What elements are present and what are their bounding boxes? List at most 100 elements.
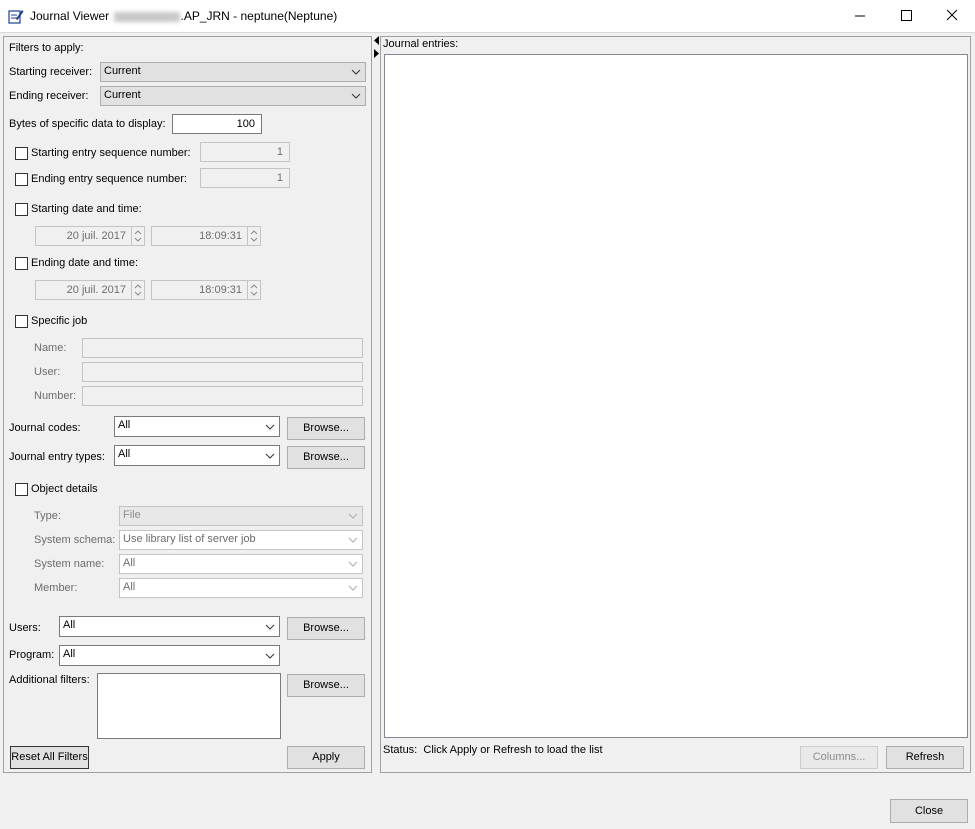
object-type-value: File <box>123 509 141 521</box>
member-value: All <box>123 581 136 593</box>
system-name-label: System name: <box>34 558 105 570</box>
object-details-checkbox[interactable] <box>15 483 28 496</box>
window-title-prefix: Journal Viewer <box>30 9 110 23</box>
minimize-icon <box>855 15 865 17</box>
spinner-arrows-icon <box>134 230 142 242</box>
filters-heading: Filters to apply: <box>9 42 84 54</box>
maximize-icon <box>901 10 912 21</box>
object-details-label: Object details <box>31 483 98 495</box>
users-browse-button[interactable]: Browse... <box>287 617 365 640</box>
users-value: All <box>63 619 76 631</box>
window-title: Journal Viewer .AP_JRN - neptune(Neptune… <box>30 9 337 23</box>
end-date-value: 20 juil. 2017 <box>66 284 126 296</box>
job-number-label: Number: <box>34 390 77 402</box>
specific-job-label: Specific job <box>31 315 88 327</box>
system-schema-label: System schema: <box>34 534 116 546</box>
system-name-select[interactable]: All <box>119 554 363 574</box>
start-seq-input[interactable]: 1 <box>200 142 290 162</box>
chevron-down-icon <box>265 624 275 630</box>
program-value: All <box>63 648 76 660</box>
additional-filters-textarea[interactable] <box>97 673 281 739</box>
ending-receiver-select[interactable]: Current <box>100 86 366 106</box>
job-name-input[interactable] <box>82 338 363 358</box>
ending-receiver-label: Ending receiver: <box>9 90 89 102</box>
starting-receiver-value: Current <box>104 65 141 77</box>
chevron-down-icon <box>265 424 275 430</box>
entry-types-label: Journal entry types: <box>9 451 105 463</box>
start-date-spinner[interactable]: 20 juil. 2017 <box>35 226 145 246</box>
refresh-button[interactable]: Refresh <box>886 746 964 769</box>
end-time-value: 18:09:31 <box>199 284 242 296</box>
splitter-arrows-icon[interactable] <box>373 36 380 60</box>
end-seq-label: Ending entry sequence number: <box>31 173 187 185</box>
job-name-label: Name: <box>34 342 67 354</box>
end-date-checkbox[interactable] <box>15 257 28 270</box>
end-seq-input[interactable]: 1 <box>200 168 290 188</box>
chevron-down-icon <box>265 653 275 659</box>
close-button[interactable]: Close <box>890 799 968 823</box>
close-window-button[interactable] <box>929 0 975 32</box>
object-type-select[interactable]: File <box>119 506 363 526</box>
additional-filters-browse-button[interactable]: Browse... <box>287 674 365 697</box>
apply-button[interactable]: Apply <box>287 746 365 769</box>
system-schema-value: Use library list of server job <box>123 533 256 545</box>
entry-types-select[interactable]: All <box>114 445 280 466</box>
bytes-label: Bytes of specific data to display: <box>9 118 166 130</box>
end-time-spinner[interactable]: 18:09:31 <box>151 280 261 300</box>
start-seq-label: Starting entry sequence number: <box>31 147 191 159</box>
member-label: Member: <box>34 582 78 594</box>
ending-receiver-value: Current <box>104 89 141 101</box>
job-number-input[interactable] <box>82 386 363 406</box>
job-user-label: User: <box>34 366 61 378</box>
end-date-spinner[interactable]: 20 juil. 2017 <box>35 280 145 300</box>
chevron-down-icon <box>348 537 358 543</box>
job-user-input[interactable] <box>82 362 363 382</box>
chevron-down-icon <box>348 561 358 567</box>
chevron-down-icon <box>348 513 358 519</box>
object-type-label: Type: <box>34 510 61 522</box>
status-caption: Status: <box>383 744 418 756</box>
chevron-down-icon <box>265 453 275 459</box>
start-date-label: Starting date and time: <box>31 203 142 215</box>
journal-codes-value: All <box>118 419 131 431</box>
spinner-arrows-icon <box>250 284 258 296</box>
start-time-spinner[interactable]: 18:09:31 <box>151 226 261 246</box>
journal-codes-browse-button[interactable]: Browse... <box>287 417 365 440</box>
columns-button[interactable]: Columns... <box>800 746 878 769</box>
reset-all-filters-button[interactable]: Reset All Filters <box>10 746 89 769</box>
status-label: Status: Click Apply or Refresh to load t… <box>383 744 603 756</box>
member-select[interactable]: All <box>119 578 363 598</box>
window-title-suffix: .AP_JRN - neptune(Neptune) <box>180 9 338 23</box>
bytes-input[interactable]: 100 <box>172 114 262 134</box>
chevron-down-icon <box>351 69 361 75</box>
starting-receiver-label: Starting receiver: <box>9 66 93 78</box>
title-bar: Journal Viewer .AP_JRN - neptune(Neptune… <box>0 0 975 33</box>
status-text: Click Apply or Refresh to load the list <box>423 744 603 756</box>
journal-codes-select[interactable]: All <box>114 416 280 437</box>
maximize-button[interactable] <box>883 0 929 32</box>
users-label: Users: <box>9 622 41 634</box>
starting-receiver-select[interactable]: Current <box>100 62 366 82</box>
spinner-arrows-icon <box>250 230 258 242</box>
chevron-down-icon <box>351 93 361 99</box>
close-icon <box>946 9 958 21</box>
end-seq-checkbox[interactable] <box>15 173 28 186</box>
entry-types-browse-button[interactable]: Browse... <box>287 446 365 469</box>
program-select[interactable]: All <box>59 645 280 666</box>
start-seq-checkbox[interactable] <box>15 147 28 160</box>
program-label: Program: <box>9 649 55 661</box>
journal-entries-label: Journal entries: <box>383 38 459 50</box>
minimize-button[interactable] <box>837 0 883 32</box>
chevron-down-icon <box>348 585 358 591</box>
specific-job-checkbox[interactable] <box>15 315 28 328</box>
system-schema-select[interactable]: Use library list of server job <box>119 530 363 550</box>
system-name-value: All <box>123 557 136 569</box>
journal-entries-list[interactable] <box>384 54 968 738</box>
start-date-checkbox[interactable] <box>15 203 28 216</box>
journal-codes-label: Journal codes: <box>9 422 81 434</box>
redacted-library-name <box>113 11 180 22</box>
start-time-value: 18:09:31 <box>199 230 242 242</box>
users-select[interactable]: All <box>59 616 280 637</box>
entry-types-value: All <box>118 448 131 460</box>
additional-filters-label: Additional filters: <box>9 674 90 686</box>
